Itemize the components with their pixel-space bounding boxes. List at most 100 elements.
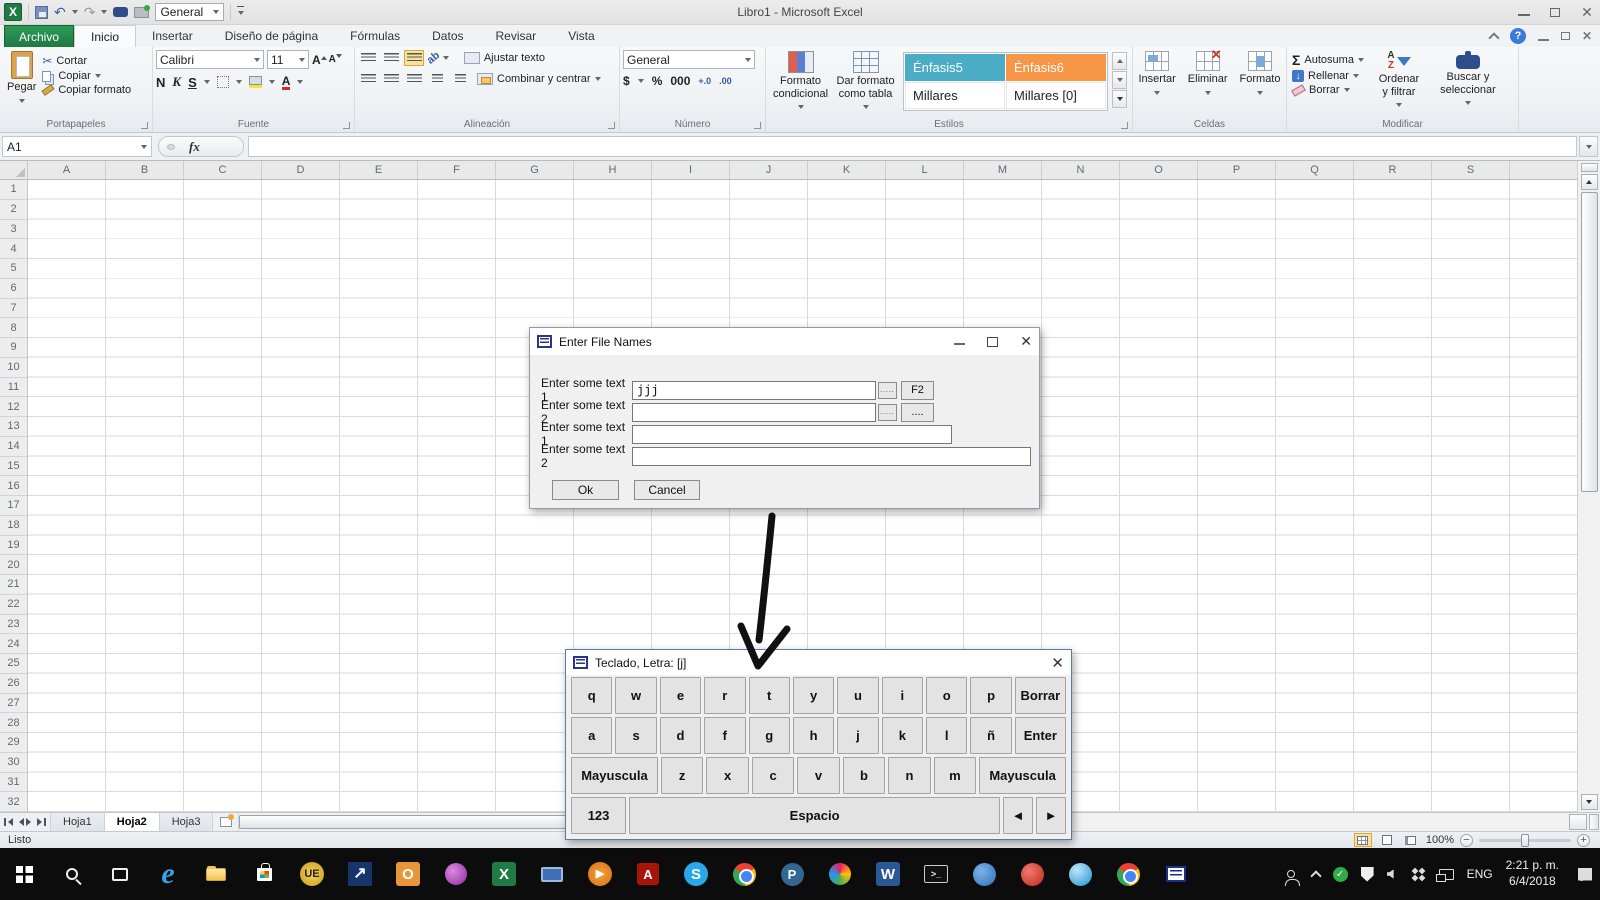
row-header[interactable]: 22: [0, 595, 27, 615]
ribbon-tab[interactable]: Vista: [552, 25, 610, 47]
ribbon-tab[interactable]: Fórmulas: [334, 25, 416, 47]
italic-button[interactable]: K: [172, 74, 181, 90]
column-header[interactable]: I: [652, 161, 730, 179]
key[interactable]: y: [793, 677, 834, 714]
last-sheet-icon[interactable]: [37, 818, 46, 826]
dialog-launcher-icon[interactable]: [343, 122, 350, 129]
key[interactable]: r: [704, 677, 745, 714]
taskbar-icon[interactable]: O: [384, 848, 432, 900]
doc-minimize-icon[interactable]: [1538, 32, 1549, 41]
language-indicator[interactable]: ENG: [1467, 867, 1493, 881]
key[interactable]: Mayuscula: [979, 757, 1066, 794]
font-color-icon[interactable]: A: [282, 75, 291, 90]
increase-decimal-button[interactable]: +.0: [698, 76, 711, 86]
row-header[interactable]: 4: [0, 239, 27, 259]
row-header[interactable]: 14: [0, 437, 27, 457]
key[interactable]: g: [749, 717, 790, 754]
text-input[interactable]: [632, 447, 1031, 466]
column-header[interactable]: F: [418, 161, 496, 179]
delete-cells-button[interactable]: Eliminar: [1184, 49, 1232, 100]
text-input[interactable]: [632, 403, 876, 422]
fill-button[interactable]: ↓Rellenar: [1290, 69, 1366, 83]
cell-style-item[interactable]: Millares: [905, 82, 1005, 109]
row-header[interactable]: 16: [0, 476, 27, 496]
key[interactable]: x: [706, 757, 748, 794]
taskbar-icon[interactable]: [240, 848, 288, 900]
key[interactable]: n: [888, 757, 930, 794]
row-header[interactable]: 31: [0, 773, 27, 793]
key[interactable]: a: [571, 717, 612, 754]
key[interactable]: d: [660, 717, 701, 754]
shrink-font-icon[interactable]: A: [329, 54, 341, 65]
formula-input[interactable]: [248, 136, 1577, 157]
key[interactable]: ►: [1036, 797, 1066, 834]
ribbon-tab[interactable]: Datos: [416, 25, 479, 47]
taskbar-icon[interactable]: A: [624, 848, 672, 900]
defender-shield-icon[interactable]: [1361, 867, 1374, 882]
row-header[interactable]: 18: [0, 516, 27, 536]
column-header[interactable]: R: [1354, 161, 1432, 179]
row-header[interactable]: 20: [0, 555, 27, 575]
decrease-indent-button[interactable]: [427, 71, 447, 87]
redo-dropdown-arrow-icon[interactable]: [101, 10, 107, 17]
row-header[interactable]: 27: [0, 694, 27, 714]
ribbon-tab[interactable]: Revisar: [480, 25, 553, 47]
key[interactable]: j: [837, 717, 878, 754]
format-painter-button[interactable]: Copiar formato: [40, 83, 133, 97]
font-family-combo[interactable]: Calibri: [156, 50, 264, 69]
key[interactable]: m: [934, 757, 976, 794]
dialog-launcher-icon[interactable]: [1121, 122, 1128, 129]
row-header[interactable]: 15: [0, 457, 27, 477]
dialog-maximize-icon[interactable]: [987, 337, 998, 347]
find-icon[interactable]: [113, 7, 128, 17]
column-header[interactable]: P: [1198, 161, 1276, 179]
column-header[interactable]: C: [184, 161, 262, 179]
bold-button[interactable]: N: [156, 75, 165, 90]
next-sheet-icon[interactable]: [26, 818, 35, 826]
restore-button[interactable]: [1550, 8, 1560, 17]
scroll-right-icon[interactable]: [1569, 814, 1587, 830]
taskbar-icon[interactable]: [0, 848, 48, 900]
taskbar-icon[interactable]: [720, 848, 768, 900]
taskbar-icon[interactable]: [1008, 848, 1056, 900]
tray-expand-icon[interactable]: [1310, 870, 1321, 881]
row-header[interactable]: 29: [0, 733, 27, 753]
zoom-level[interactable]: 100%: [1426, 834, 1454, 846]
column-header[interactable]: G: [496, 161, 574, 179]
first-sheet-icon[interactable]: [4, 818, 13, 826]
column-header-partial[interactable]: [1510, 161, 1577, 179]
column-header[interactable]: E: [340, 161, 418, 179]
doc-restore-icon[interactable]: [1561, 32, 1570, 40]
borders-icon[interactable]: [217, 76, 229, 88]
doc-close-icon[interactable]: ✕: [1582, 29, 1592, 43]
key[interactable]: o: [926, 677, 967, 714]
ribbon-tab[interactable]: Diseño de página: [209, 25, 334, 47]
row-header[interactable]: 3: [0, 220, 27, 240]
row-header[interactable]: 6: [0, 279, 27, 299]
copy-button[interactable]: Copiar: [40, 69, 133, 83]
column-header[interactable]: S: [1432, 161, 1510, 179]
cell-style-item[interactable]: Énfasis6: [1006, 54, 1106, 81]
align-middle-button[interactable]: [381, 50, 401, 66]
row-header[interactable]: 28: [0, 713, 27, 733]
key[interactable]: Enter: [1015, 717, 1066, 754]
ribbon-tab[interactable]: Inicio: [74, 25, 136, 47]
grow-font-icon[interactable]: A: [312, 53, 326, 67]
zoom-out-icon[interactable]: −: [1460, 834, 1473, 847]
taskbar-icon[interactable]: [96, 848, 144, 900]
aux-button[interactable]: ....: [901, 403, 934, 422]
taskbar-icon[interactable]: ↗: [336, 848, 384, 900]
key[interactable]: t: [749, 677, 790, 714]
key[interactable]: 123: [571, 797, 626, 834]
scroll-down-icon[interactable]: [1581, 794, 1598, 810]
autosum-button[interactable]: ΣAutosuma: [1290, 51, 1366, 69]
row-header[interactable]: 7: [0, 299, 27, 319]
row-header[interactable]: 23: [0, 615, 27, 635]
key[interactable]: v: [797, 757, 839, 794]
key[interactable]: e: [660, 677, 701, 714]
key[interactable]: q: [571, 677, 612, 714]
align-left-button[interactable]: [358, 71, 378, 87]
row-header[interactable]: 19: [0, 536, 27, 556]
merge-center-button[interactable]: Combinar y centrar: [475, 72, 603, 86]
zoom-slider-thumb[interactable]: [1521, 834, 1529, 847]
